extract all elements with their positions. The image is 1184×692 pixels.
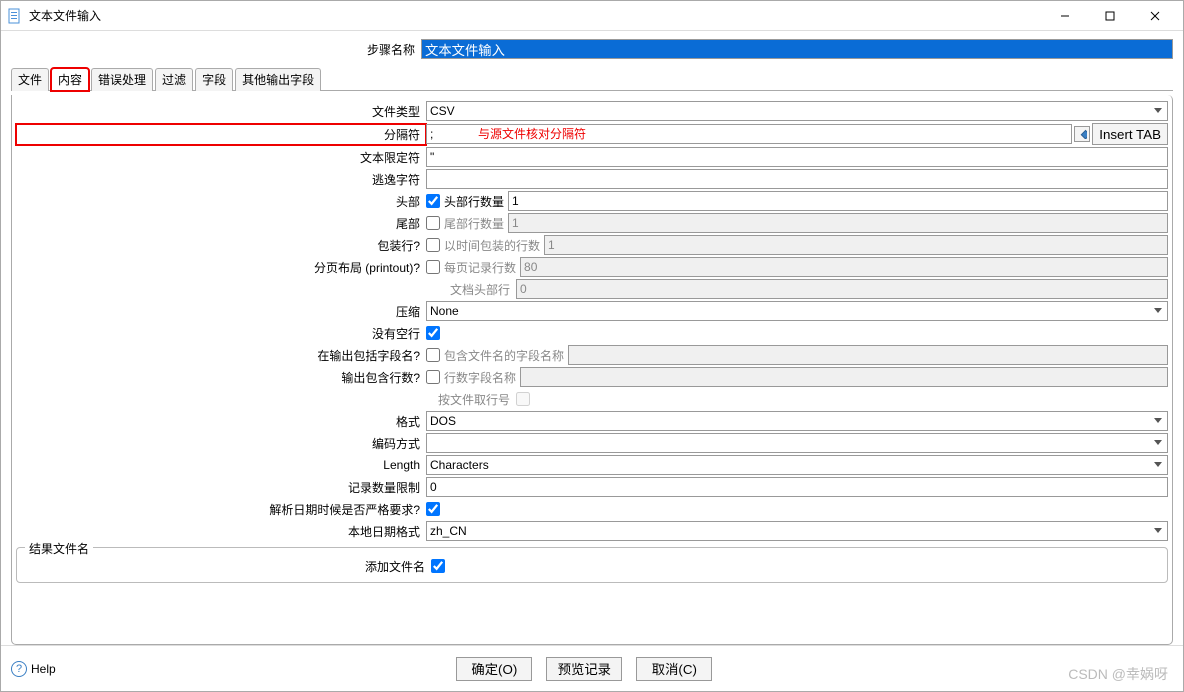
paged-count-input [520, 257, 1168, 277]
format-select[interactable]: DOS [426, 411, 1168, 431]
date-locale-select[interactable]: zh_CN [426, 521, 1168, 541]
ok-button[interactable]: 确定(O) [456, 657, 532, 681]
result-file-fieldset: 结果文件名 添加文件名 [16, 547, 1168, 583]
escape-input[interactable] [426, 169, 1168, 189]
include-rownum-check[interactable] [426, 370, 440, 384]
enclosure-label: 文本限定符 [16, 149, 426, 166]
step-name-input[interactable] [421, 39, 1173, 59]
footer: ? Help 确定(O) 预览记录 取消(C) [1, 645, 1183, 691]
include-rownum-label: 输出包含行数? [16, 369, 426, 386]
escape-label: 逃逸字符 [16, 171, 426, 188]
encoding-select[interactable] [426, 433, 1168, 453]
limit-input[interactable] [426, 477, 1168, 497]
strict-date-check[interactable] [426, 502, 440, 516]
separator-annotation: 与源文件核对分隔符 [478, 125, 586, 142]
close-button[interactable] [1132, 2, 1177, 30]
header-count-input[interactable] [508, 191, 1168, 211]
footer-count-label: 尾部行数量 [444, 215, 504, 232]
window-title: 文本文件输入 [29, 7, 1042, 24]
paged-check[interactable] [426, 260, 440, 274]
tab-error[interactable]: 错误处理 [91, 68, 153, 91]
include-rownum-input [520, 367, 1168, 387]
rownum-by-file-label: 按文件取行号 [16, 391, 516, 408]
separator-var-icon[interactable] [1074, 126, 1090, 142]
include-filename-input [568, 345, 1168, 365]
result-file-legend: 结果文件名 [25, 540, 93, 557]
footer-count-input [508, 213, 1168, 233]
help-label: Help [31, 662, 56, 676]
include-filename-label: 在输出包括字段名? [16, 347, 426, 364]
no-empty-label: 没有空行 [16, 325, 426, 342]
file-type-label: 文件类型 [16, 103, 426, 120]
help-link[interactable]: ? Help [11, 661, 56, 677]
header-count-label: 头部行数量 [444, 193, 504, 210]
compression-label: 压缩 [16, 303, 426, 320]
enclosure-input[interactable] [426, 147, 1168, 167]
tab-fields[interactable]: 字段 [195, 68, 233, 91]
titlebar: 文本文件输入 [1, 1, 1183, 31]
encoding-label: 编码方式 [16, 435, 426, 452]
compression-select[interactable]: None [426, 301, 1168, 321]
wrap-label: 包装行? [16, 237, 426, 254]
step-name-label: 步骤名称 [11, 41, 421, 58]
strict-date-label: 解析日期时候是否严格要求? [16, 501, 426, 518]
paged-count-label: 每页记录行数 [444, 259, 516, 276]
format-label: 格式 [16, 413, 426, 430]
wrap-check[interactable] [426, 238, 440, 252]
minimize-button[interactable] [1042, 2, 1087, 30]
tab-content[interactable]: 内容 [51, 68, 89, 91]
footer-check[interactable] [426, 216, 440, 230]
limit-label: 记录数量限制 [16, 479, 426, 496]
length-label: Length [16, 458, 426, 472]
doc-header-label: 文档头部行 [16, 281, 516, 298]
doc-header-input [516, 279, 1168, 299]
header-check[interactable] [426, 194, 440, 208]
insert-tab-button[interactable]: Insert TAB [1092, 123, 1168, 145]
tab-file[interactable]: 文件 [11, 68, 49, 91]
wrap-count-input [544, 235, 1168, 255]
wrap-count-label: 以时间包装的行数 [444, 237, 540, 254]
dialog-window: 文本文件输入 步骤名称 文件 内容 错误处理 过滤 字段 其他输出字段 文件类型… [0, 0, 1184, 692]
rownum-by-file-check [516, 392, 530, 406]
tab-bar: 文件 内容 错误处理 过滤 字段 其他输出字段 [11, 67, 1173, 91]
app-icon [7, 8, 23, 24]
preview-button[interactable]: 预览记录 [546, 657, 622, 681]
separator-label: 分隔符 [16, 124, 426, 145]
no-empty-check[interactable] [426, 326, 440, 340]
header-label: 头部 [16, 193, 426, 210]
length-select[interactable]: Characters [426, 455, 1168, 475]
form-area: 文件类型 CSV 分隔符 与源文件核对分隔符 Insert TAB 文本限定符 … [11, 95, 1173, 645]
cancel-button[interactable]: 取消(C) [636, 657, 712, 681]
help-icon: ? [11, 661, 27, 677]
include-filename-check[interactable] [426, 348, 440, 362]
paged-label: 分页布局 (printout)? [16, 259, 426, 276]
file-type-select[interactable]: CSV [426, 101, 1168, 121]
tab-filter[interactable]: 过滤 [155, 68, 193, 91]
tab-other-output[interactable]: 其他输出字段 [235, 68, 321, 91]
add-filename-label: 添加文件名 [21, 558, 431, 575]
include-filename-field-label: 包含文件名的字段名称 [444, 347, 564, 364]
add-filename-check[interactable] [431, 559, 445, 573]
date-locale-label: 本地日期格式 [16, 523, 426, 540]
maximize-button[interactable] [1087, 2, 1132, 30]
footer-label: 尾部 [16, 215, 426, 232]
include-rownum-field-label: 行数字段名称 [444, 369, 516, 386]
